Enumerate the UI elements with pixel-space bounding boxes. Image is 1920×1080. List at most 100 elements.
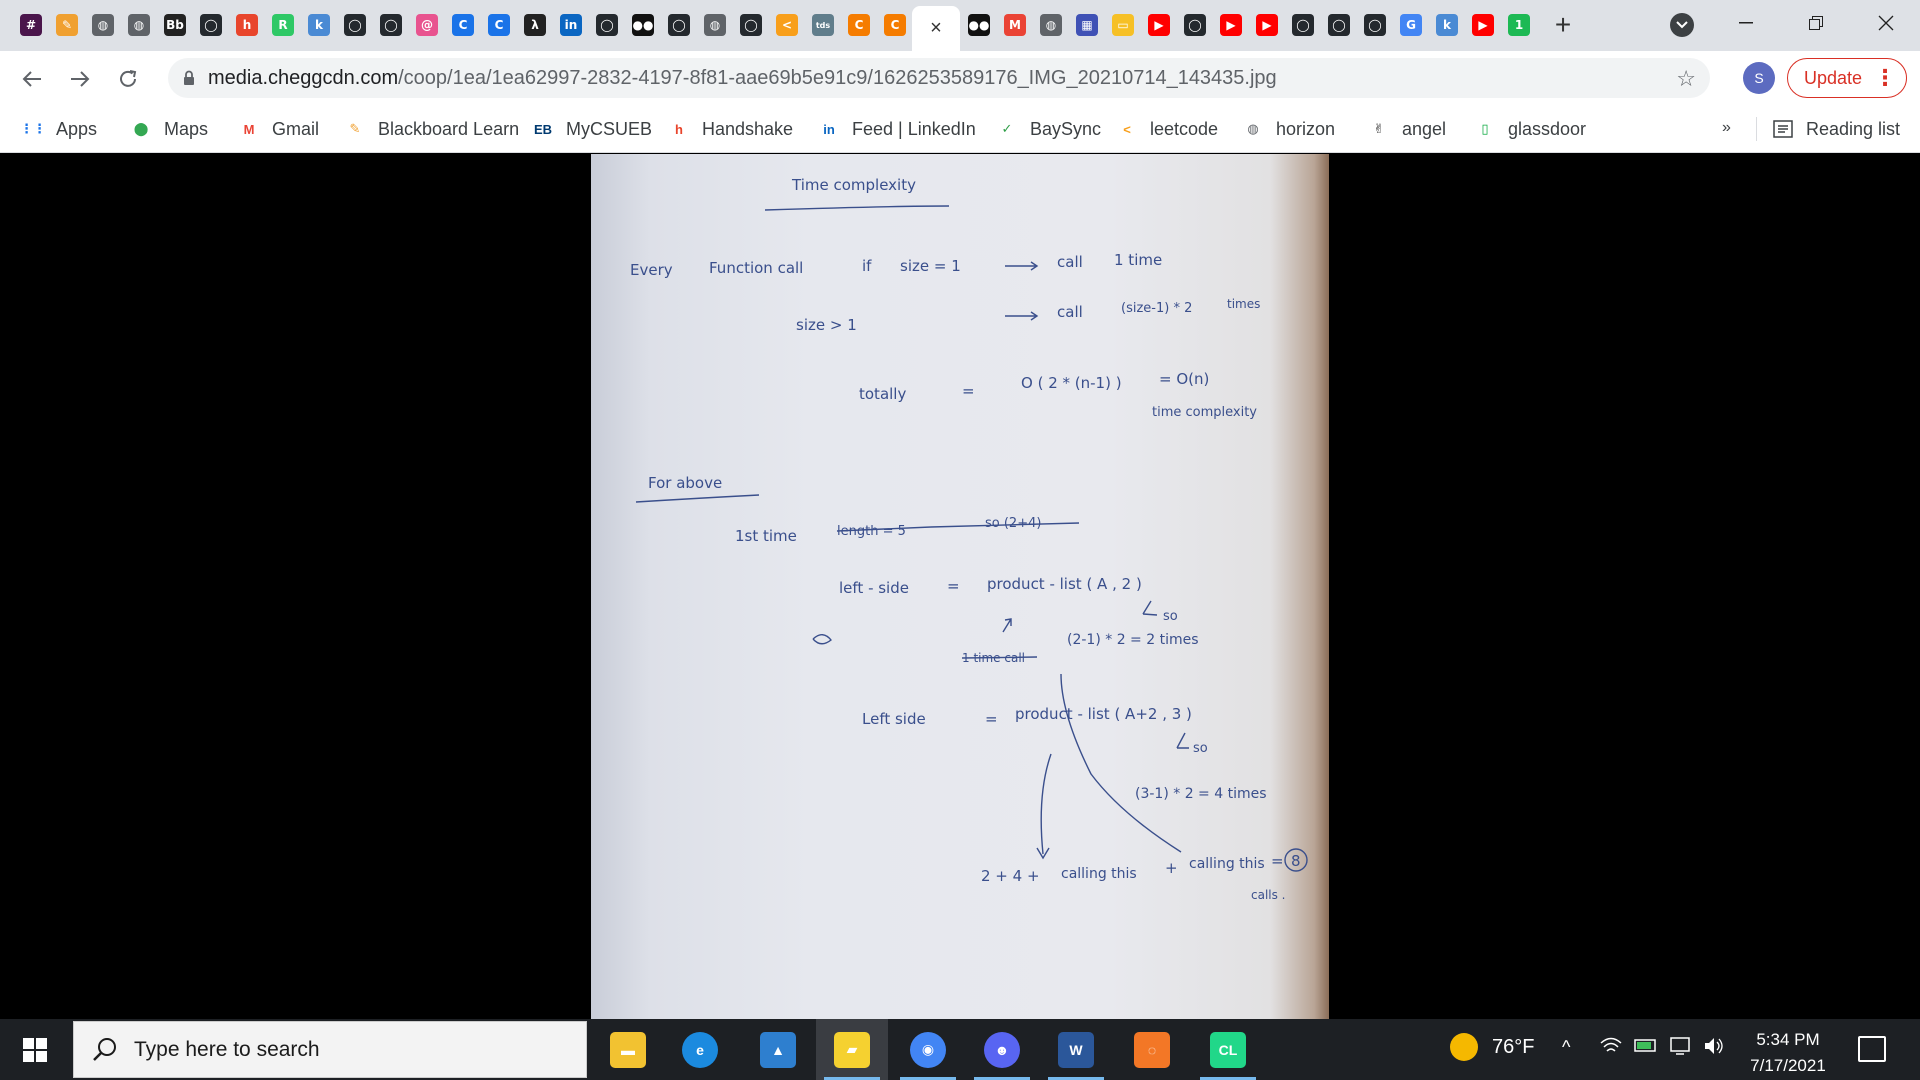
back-button[interactable] <box>16 63 48 95</box>
taskbar-app[interactable]: CL <box>1192 1019 1264 1080</box>
arrow-2 <box>1005 311 1039 321</box>
browser-tab[interactable]: ◯ <box>376 9 406 41</box>
browser-tab[interactable]: ◯ <box>1288 9 1318 41</box>
note-for-above: For above <box>648 474 722 492</box>
youtube-icon: ▶ <box>1256 14 1278 36</box>
browser-tab[interactable]: < <box>772 9 802 41</box>
taskbar-app[interactable]: ◌ <box>1116 1019 1188 1080</box>
bookmark-label: Feed | LinkedIn <box>852 118 976 139</box>
browser-tab[interactable]: ◍ <box>88 9 118 41</box>
bookmark-item[interactable]: ✎ Blackboard Learn <box>344 115 520 143</box>
browser-tab[interactable]: ✎ <box>52 9 82 41</box>
browser-tab[interactable]: ◯ <box>1180 9 1210 41</box>
bookmark-item[interactable]: < leetcode <box>1116 115 1218 143</box>
bookmark-star-icon[interactable]: ☆ <box>1676 66 1696 92</box>
active-tab[interactable]: × <box>912 6 960 51</box>
forward-button[interactable] <box>64 63 96 95</box>
browser-tab[interactable]: 1 <box>1504 9 1534 41</box>
bookmark-item[interactable]: ✌ angel <box>1368 115 1447 143</box>
note-left-side-1: left - side <box>839 579 909 597</box>
k-icon: k <box>308 14 330 36</box>
browser-tab[interactable]: k <box>304 9 334 41</box>
bookmark-item[interactable]: M Gmail <box>238 115 319 143</box>
browser-tab[interactable]: ▶ <box>1216 9 1246 41</box>
browser-tab[interactable]: C <box>484 9 514 41</box>
browser-tab[interactable]: ◯ <box>664 9 694 41</box>
volume-icon[interactable] <box>1704 1037 1726 1060</box>
browser-tab[interactable]: R <box>268 9 298 41</box>
browser-tab[interactable]: h <box>232 9 262 41</box>
notification-center-icon[interactable] <box>1858 1036 1886 1062</box>
tray-overflow-chevron-icon[interactable]: ^ <box>1562 1037 1570 1058</box>
browser-tab[interactable]: ◯ <box>736 9 766 41</box>
display-icon[interactable] <box>1670 1037 1692 1060</box>
browser-tab[interactable]: ▶ <box>1144 9 1174 41</box>
browser-tab[interactable]: ◯ <box>340 9 370 41</box>
browser-tab[interactable]: ▦ <box>1072 9 1102 41</box>
bookmark-item[interactable]: ◍ horizon <box>1242 115 1335 143</box>
browser-tab[interactable]: ●● <box>628 9 658 41</box>
bookmark-item[interactable]: ⬤ Maps <box>130 115 208 143</box>
browser-tab[interactable]: λ <box>520 9 550 41</box>
browser-tab[interactable]: ▶ <box>1468 9 1498 41</box>
browser-tab[interactable]: C <box>880 9 910 41</box>
browser-tab[interactable]: ▶ <box>1252 9 1282 41</box>
url-text[interactable]: media.cheggcdn.com/coop/1ea/1ea62997-283… <box>208 67 1277 90</box>
browser-tab[interactable]: ◯ <box>196 9 226 41</box>
browser-tab[interactable]: M <box>1000 9 1030 41</box>
reload-button[interactable] <box>112 63 144 95</box>
gmail-icon: M <box>243 121 255 137</box>
slack-icon: # <box>20 14 42 36</box>
browser-tab[interactable]: k <box>1432 9 1462 41</box>
bookmark-label: Handshake <box>702 118 794 139</box>
start-button[interactable] <box>0 1019 70 1080</box>
taskbar-app[interactable]: ◉ <box>892 1019 964 1080</box>
close-window-button[interactable] <box>1866 6 1906 40</box>
bookmark-item[interactable]: in Feed | LinkedIn <box>818 115 976 143</box>
taskbar-app[interactable]: ▰ <box>816 1019 888 1080</box>
bookmark-item[interactable]: ⋮⋮ Apps <box>20 115 97 143</box>
bookmark-item[interactable]: ✓ BaySync <box>996 115 1102 143</box>
weather-widget[interactable]: 76°F <box>1450 1033 1534 1061</box>
browser-tab[interactable]: @ <box>412 9 442 41</box>
browser-tab[interactable]: ◯ <box>1360 9 1390 41</box>
bookmark-item[interactable]: EB MyCSUEB <box>532 115 652 143</box>
taskbar-app[interactable]: ☻ <box>966 1019 1038 1080</box>
browser-tab[interactable]: ◍ <box>124 9 154 41</box>
browser-tab[interactable]: C <box>448 9 478 41</box>
note-every: Every <box>630 261 673 279</box>
taskbar-app[interactable]: ▲ <box>742 1019 814 1080</box>
browser-tab[interactable]: ●● <box>964 9 994 41</box>
tab-search-button[interactable] <box>1670 13 1694 37</box>
minimize-button[interactable] <box>1726 6 1766 40</box>
browser-tab[interactable]: ◍ <box>700 9 730 41</box>
browser-tab[interactable]: in <box>556 9 586 41</box>
taskbar-app[interactable]: W <box>1040 1019 1112 1080</box>
browser-tab[interactable]: C <box>844 9 874 41</box>
close-tab-icon[interactable]: × <box>930 17 942 40</box>
address-bar[interactable]: media.cheggcdn.com/coop/1ea/1ea62997-283… <box>168 58 1710 98</box>
browser-tab[interactable]: G <box>1396 9 1426 41</box>
bookmark-item[interactable]: h Handshake <box>668 115 793 143</box>
restore-button[interactable] <box>1796 6 1836 40</box>
battery-icon[interactable] <box>1634 1037 1658 1058</box>
browser-tab[interactable]: ◍ <box>1036 9 1066 41</box>
taskbar-search-box[interactable]: Type here to search <box>73 1021 587 1078</box>
browser-tab[interactable]: ▭ <box>1108 9 1138 41</box>
bookmarks-overflow-button[interactable]: » <box>1722 119 1731 137</box>
browser-tab[interactable]: Bb <box>160 9 190 41</box>
update-button[interactable]: Update ⋮ <box>1787 58 1907 98</box>
profile-avatar[interactable]: S <box>1743 62 1775 94</box>
taskbar-app[interactable]: ▬ <box>592 1019 664 1080</box>
taskbar-app[interactable]: e <box>664 1019 736 1080</box>
bookmark-item[interactable]: ▯ glassdoor <box>1474 115 1586 143</box>
browser-tab[interactable]: ◯ <box>1324 9 1354 41</box>
wifi-icon[interactable] <box>1600 1037 1622 1060</box>
browser-tab[interactable]: # <box>16 9 46 41</box>
browser-tab[interactable]: tds <box>808 9 838 41</box>
browser-tab[interactable]: ◯ <box>592 9 622 41</box>
note-equals-3: = <box>985 710 998 728</box>
reading-list-button[interactable]: Reading list <box>1772 115 1900 143</box>
new-tab-button[interactable]: + <box>1548 9 1578 41</box>
taskbar-clock[interactable]: 5:34 PM 7/17/2021 <box>1728 1027 1848 1079</box>
